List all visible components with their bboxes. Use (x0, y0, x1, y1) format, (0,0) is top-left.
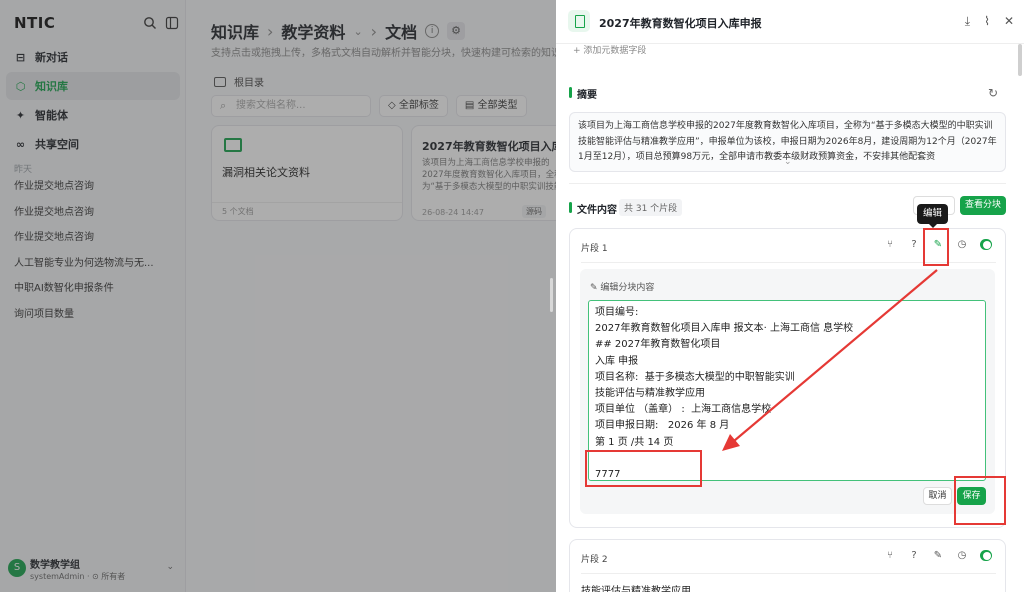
pencil-icon: ✎ (590, 283, 601, 293)
segment-content: 技能评估与精准教学应用 (581, 586, 691, 592)
branch-icon[interactable]: ⑂ (884, 239, 896, 250)
add-metadata-button[interactable]: + 添加元数据字段 (573, 43, 646, 56)
help-icon[interactable]: ? (908, 550, 920, 561)
cancel-button[interactable]: 取消 (923, 487, 952, 505)
edit-pencil-icon[interactable]: ✎ (932, 550, 944, 561)
panel-scrollbar[interactable] (1018, 44, 1022, 76)
annotation-box-edit-icon (923, 228, 949, 266)
edit-tooltip: 编辑 (917, 204, 948, 228)
document-icon (568, 10, 590, 32)
help-icon[interactable]: ? (908, 239, 920, 250)
refresh-icon[interactable]: ↻ (988, 86, 998, 100)
chevron-down-icon[interactable]: ⌄ (784, 155, 792, 171)
panel-resize-handle[interactable] (550, 278, 553, 312)
history-icon[interactable]: ◷ (956, 239, 968, 250)
file-content-title: 文件内容 (569, 201, 617, 216)
segment-label: 片段 1 (581, 244, 608, 254)
download-icon[interactable]: ⤓ (965, 14, 970, 29)
summary-title: 摘要 (569, 86, 597, 101)
annotation-box-save (954, 476, 1006, 525)
view-chunks-button[interactable]: 查看分块 (960, 196, 1006, 215)
divider (581, 573, 996, 574)
chart-icon[interactable]: ⌇ (984, 14, 990, 29)
divider (569, 183, 1006, 184)
edit-segment-label: ✎ 编辑分块内容 (590, 283, 655, 293)
annotation-box-text (585, 450, 702, 487)
segment-label: 片段 2 (581, 555, 608, 565)
segment-enable-toggle[interactable] (980, 239, 992, 250)
segment-card: 片段 2 ⑂ ? ✎ ◷ 技能评估与精准教学应用 (569, 539, 1006, 592)
summary-box: 该项目为上海工商信息学校申报的2027年度教育数智化入库项目，全称为“基于多模态… (569, 112, 1006, 172)
panel-title: 2027年教育数智化项目入库申报 (599, 17, 762, 30)
close-icon[interactable]: ✕ (1004, 14, 1014, 29)
segment-enable-toggle[interactable] (980, 550, 992, 561)
modal-overlay[interactable] (0, 0, 556, 592)
panel-header: 2027年教育数智化项目入库申报 ⤓ ⌇ ✕ (556, 0, 1024, 44)
history-icon[interactable]: ◷ (956, 550, 968, 561)
segment-count-badge: 共 31 个片段 (619, 199, 683, 216)
branch-icon[interactable]: ⑂ (884, 550, 896, 561)
